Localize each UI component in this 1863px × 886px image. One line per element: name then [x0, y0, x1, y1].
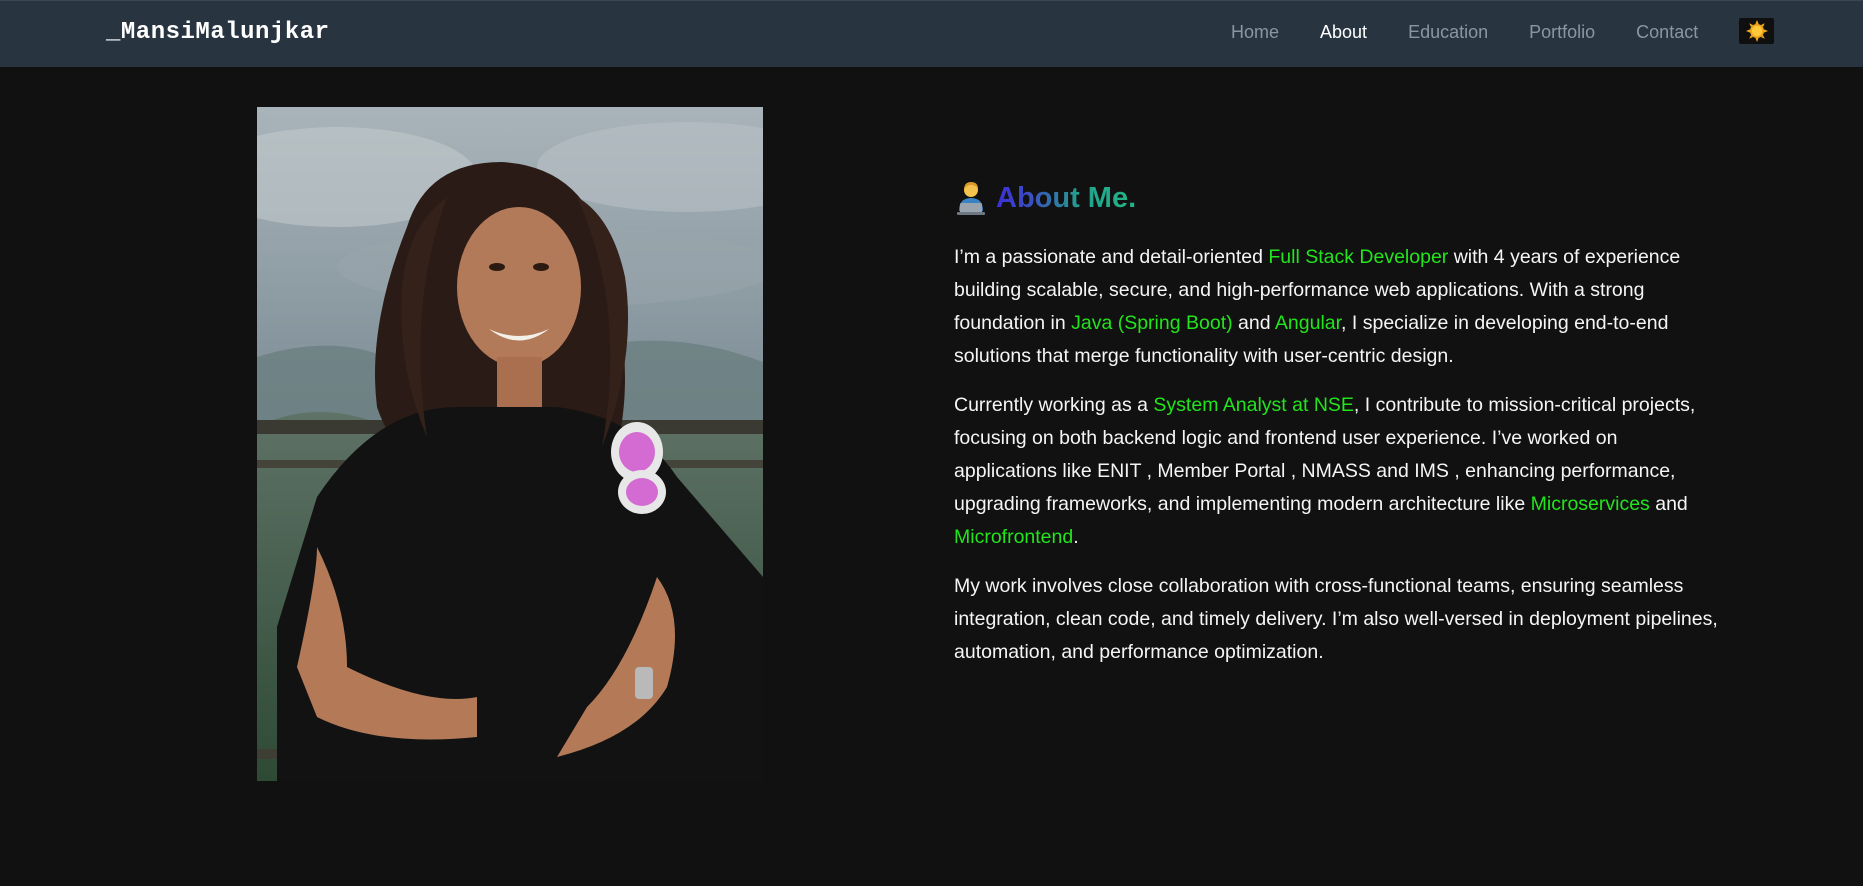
nav-link-home[interactable]: Home: [1231, 22, 1279, 43]
p2-text-4: .: [1073, 526, 1079, 548]
p2-text-3: and: [1649, 493, 1688, 515]
technologist-icon: [954, 181, 988, 215]
profile-photo: [257, 107, 763, 781]
nav-links: Home About Education Portfolio Contact: [1231, 22, 1739, 43]
p1-text-3: and: [1232, 312, 1275, 334]
about-paragraph-1: I’m a passionate and detail-oriented Ful…: [954, 241, 1724, 373]
nav-link-about[interactable]: About: [1320, 22, 1367, 43]
highlight-java-spring: Java (Spring Boot): [1071, 312, 1233, 334]
highlight-system-analyst: System Analyst at NSE: [1153, 394, 1354, 416]
about-paragraph-2: Currently working as a System Analyst at…: [954, 389, 1724, 554]
sun-icon: [1745, 20, 1768, 42]
theme-toggle-button[interactable]: [1739, 18, 1774, 44]
p1-text-1: I’m a passionate and detail-oriented: [954, 246, 1269, 268]
about-heading: About Me.: [954, 178, 1724, 218]
about-section: About Me. I’m a passionate and detail-or…: [954, 178, 1724, 685]
brand-logo[interactable]: _MansiMalunjkar: [106, 19, 330, 46]
about-paragraph-3: My work involves close collaboration wit…: [954, 575, 1718, 663]
nav-link-education[interactable]: Education: [1408, 22, 1488, 43]
about-title: About Me.: [996, 181, 1137, 214]
highlight-microfrontend: Microfrontend: [954, 526, 1074, 548]
highlight-microservices: Microservices: [1530, 493, 1650, 515]
profile-photo-illustration: [257, 107, 763, 781]
highlight-full-stack: Full Stack Developer: [1268, 246, 1449, 268]
nav-link-contact[interactable]: Contact: [1636, 22, 1698, 43]
nav-link-portfolio[interactable]: Portfolio: [1529, 22, 1595, 43]
highlight-angular: Angular: [1274, 312, 1342, 334]
navbar: _MansiMalunjkar Home About Education Por…: [0, 0, 1863, 67]
p2-text-1: Currently working as a: [954, 394, 1154, 416]
